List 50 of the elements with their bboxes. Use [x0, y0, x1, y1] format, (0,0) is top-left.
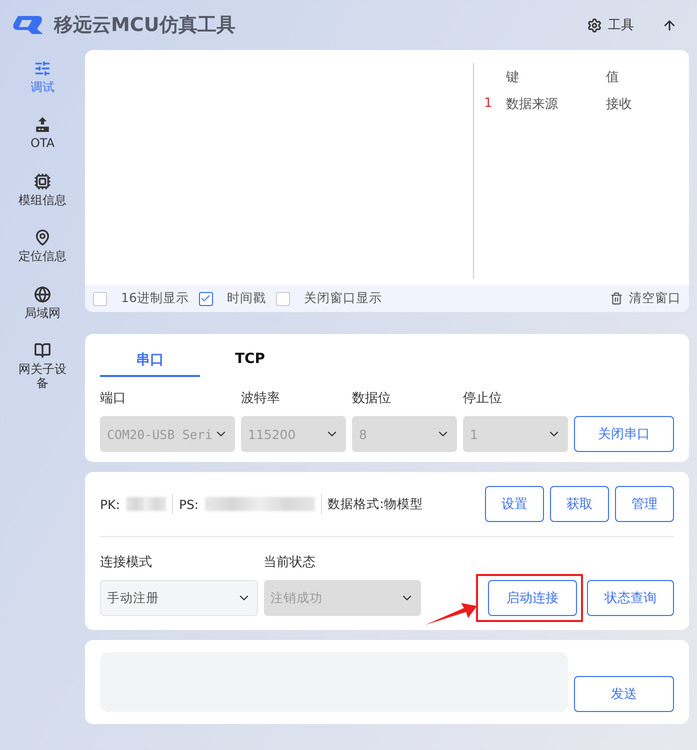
field-label: 停止位: [463, 390, 503, 407]
field-label: 当前状态: [264, 554, 316, 571]
globe-icon: [34, 286, 51, 303]
sidebar-item[interactable]: 调试: [30, 60, 54, 94]
clear-window-button[interactable]: 清空窗口: [610, 290, 681, 307]
sliders-icon: [34, 60, 51, 77]
field-label: 端口: [100, 390, 127, 407]
action-button[interactable]: 管理: [615, 486, 674, 522]
close-port-button[interactable]: 关闭串口: [574, 416, 674, 452]
column-header: 键: [506, 68, 520, 86]
tab[interactable]: TCP: [200, 346, 300, 377]
book-icon: [34, 342, 51, 359]
tab[interactable]: 串口: [100, 346, 200, 377]
table-cell-text: 接收: [606, 96, 633, 112]
tools-button[interactable]: 工具: [587, 16, 634, 34]
logo-icon: [12, 14, 44, 36]
checkbox[interactable]: [276, 292, 290, 306]
field-label: 波特率: [241, 390, 281, 407]
pk-label: PK:: [100, 496, 120, 512]
send-button[interactable]: 发送: [574, 676, 674, 712]
action-button[interactable]: 启动连接: [488, 580, 577, 616]
action-button[interactable]: 获取: [550, 486, 609, 522]
row-number: 1: [484, 96, 494, 111]
sidebar-item[interactable]: 局域网: [24, 286, 60, 320]
table-cell-text: 数据来源: [506, 96, 559, 112]
action-button[interactable]: 设置: [485, 486, 544, 522]
check-icon: [200, 293, 212, 304]
sidebar-item[interactable]: 定位信息: [18, 229, 66, 264]
trash-icon: [610, 292, 623, 305]
field-label: 连接模式: [100, 554, 153, 571]
checkbox-label: 关闭窗口显示: [304, 290, 382, 307]
app-title: 移远云MCU仿真工具: [54, 13, 236, 38]
upload-icon: [34, 116, 51, 134]
data-format-text: 数据格式:物模型: [328, 496, 423, 512]
ps-label: PS:: [178, 496, 199, 512]
redacted-text: [126, 497, 166, 511]
location-pin-icon: [34, 229, 51, 246]
sidebar-item[interactable]: 网关子设备: [17, 342, 68, 391]
field-label: 数据位: [352, 390, 392, 407]
sidebar-item[interactable]: OTA: [30, 116, 55, 151]
checkbox[interactable]: [93, 292, 107, 306]
action-button[interactable]: 状态查询: [587, 580, 674, 616]
checkbox-label: 16进制显示: [121, 290, 189, 307]
settings-icon: [587, 18, 602, 32]
chip-icon: [34, 172, 51, 190]
sidebar-item[interactable]: 模组信息: [18, 172, 66, 208]
checkbox-label: 时间戳: [226, 290, 266, 307]
checkbox[interactable]: [198, 292, 213, 306]
dropdown[interactable]: 手动注册: [100, 580, 258, 616]
column-header: 值: [606, 68, 620, 86]
